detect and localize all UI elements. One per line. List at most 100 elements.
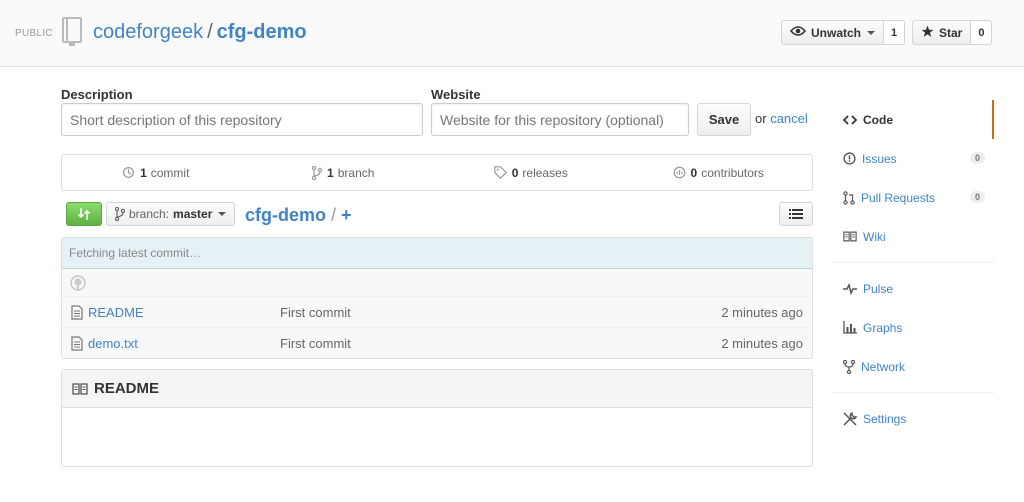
book-icon	[843, 231, 857, 242]
sidebar-item-graphs[interactable]: Graphs	[833, 308, 994, 347]
star-button[interactable]: Star	[912, 20, 972, 45]
sidebar-item-label: Settings	[863, 411, 907, 426]
sidebar-item-label: Network	[861, 359, 906, 374]
or-text: or	[755, 111, 767, 126]
description-label: Description	[61, 87, 133, 102]
watchers-count[interactable]: 1	[884, 20, 906, 45]
table-row: README First commit 2 minutes ago	[62, 297, 812, 328]
breadcrumb-root-link[interactable]: cfg-demo	[245, 205, 326, 225]
commit-message-link[interactable]: First commit	[280, 336, 351, 351]
sidebar-item-label: Issues	[862, 151, 897, 166]
graph-icon	[843, 321, 857, 334]
website-input[interactable]	[431, 103, 689, 136]
unwatch-button[interactable]: Unwatch	[781, 20, 885, 45]
file-text-icon	[71, 336, 83, 354]
history-icon	[123, 166, 135, 179]
releases-count: 0	[511, 165, 519, 180]
unwatch-label: Unwatch	[811, 25, 862, 40]
sidebar-item-label: Wiki	[863, 229, 886, 244]
or-cancel: or cancel	[755, 111, 808, 126]
watch-group: Unwatch 1	[781, 20, 906, 45]
file-table: Fetching latest commit… README First com…	[61, 237, 813, 359]
repo-header: PUBLIC codeforgeek / cfg-demo Unwatch 1 St…	[0, 0, 1024, 67]
issues-count-badge: 0	[969, 152, 985, 164]
loading-row	[62, 269, 812, 297]
file-age: 2 minutes ago	[721, 305, 803, 320]
nav-divider	[833, 392, 994, 393]
table-row: demo.txt First commit 2 minutes ago	[62, 328, 812, 358]
branches-label: branch	[337, 165, 375, 180]
tools-icon	[843, 411, 857, 426]
branch-prefix: branch:	[129, 207, 170, 221]
releases-label: releases	[522, 165, 568, 180]
star-label: Star	[939, 25, 963, 40]
nav-divider	[833, 262, 994, 263]
caret-down-icon	[867, 30, 876, 35]
releases-link[interactable]: 0 releases	[437, 155, 625, 190]
branch-select-button[interactable]: branch: master	[106, 202, 236, 226]
sidebar-item-network[interactable]: Network	[833, 347, 994, 386]
file-age: 2 minutes ago	[721, 336, 803, 351]
caret-down-icon	[218, 212, 227, 216]
network-icon	[843, 359, 855, 374]
save-button[interactable]: Save	[697, 103, 751, 136]
visibility-label: PUBLIC	[15, 28, 53, 39]
repo-owner-link[interactable]: codeforgeek	[93, 21, 203, 43]
commit-message-link[interactable]: First commit	[280, 305, 351, 320]
sidebar-item-settings[interactable]: Settings	[833, 399, 994, 438]
pulse-icon	[843, 282, 857, 295]
branch-name: master	[173, 207, 213, 221]
pull-requests-count-badge: 0	[969, 191, 985, 203]
branches-count: 1	[327, 165, 334, 180]
readme-header: README	[62, 370, 812, 408]
star-group: Star 0	[912, 20, 993, 45]
title-separator: /	[207, 21, 213, 43]
issue-opened-icon	[843, 152, 856, 165]
description-input[interactable]	[61, 103, 423, 136]
sidebar-item-code[interactable]: Code	[833, 100, 994, 139]
numbers-summary: 1 commit 1 branch 0 releases 0 contributors	[61, 154, 813, 191]
book-icon	[72, 382, 88, 395]
stargazers-count[interactable]: 0	[971, 20, 993, 45]
file-list-view-button[interactable]	[779, 202, 813, 226]
sidebar-item-wiki[interactable]: Wiki	[833, 217, 994, 256]
breadcrumb-separator: /	[331, 205, 337, 225]
file-text-icon	[71, 305, 83, 323]
sidebar-item-issues[interactable]: Issues 0	[833, 139, 994, 178]
branch-icon	[312, 165, 323, 180]
compare-button[interactable]	[66, 202, 102, 226]
website-label: Website	[431, 87, 481, 102]
branch-icon	[115, 207, 125, 221]
cancel-link[interactable]: cancel	[770, 111, 808, 126]
new-file-link[interactable]: +	[341, 205, 352, 225]
branches-link[interactable]: 1 branch	[250, 155, 438, 190]
sidebar-item-pulse[interactable]: Pulse	[833, 269, 994, 308]
sidebar-item-label: Pulse	[863, 281, 894, 296]
contributors-label: contributors	[701, 165, 764, 180]
code-icon	[843, 114, 857, 125]
file-name-link[interactable]: demo.txt	[88, 336, 138, 351]
pull-request-icon	[843, 190, 855, 205]
octocat-spinner-icon	[70, 274, 86, 291]
compare-icon	[77, 208, 91, 220]
readme-title: README	[94, 380, 160, 397]
commits-link[interactable]: 1 commit	[62, 155, 250, 190]
file-name-link[interactable]: README	[88, 305, 144, 320]
contributors-count: 0	[690, 165, 698, 180]
sidebar-item-label: Code	[863, 112, 893, 127]
repo-book-icon	[60, 17, 84, 50]
commits-count: 1	[140, 165, 147, 180]
repo-title: codeforgeek / cfg-demo	[93, 21, 307, 44]
organization-icon	[673, 166, 685, 179]
eye-icon	[789, 25, 807, 40]
contributors-link[interactable]: 0 contributors	[625, 155, 813, 190]
sidebar-item-label: Pull Requests	[861, 190, 936, 205]
sidebar-item-pull-requests[interactable]: Pull Requests 0	[833, 178, 994, 217]
commits-label: commit	[150, 165, 190, 180]
repo-name-link[interactable]: cfg-demo	[217, 21, 307, 43]
commit-status: Fetching latest commit…	[62, 238, 812, 269]
tag-icon	[493, 166, 507, 179]
star-icon	[921, 25, 934, 41]
sidebar-item-label: Graphs	[863, 320, 903, 335]
repo-sidebar-nav: Code Issues 0 Pull Requests 0 Wiki Pulse…	[833, 100, 994, 438]
